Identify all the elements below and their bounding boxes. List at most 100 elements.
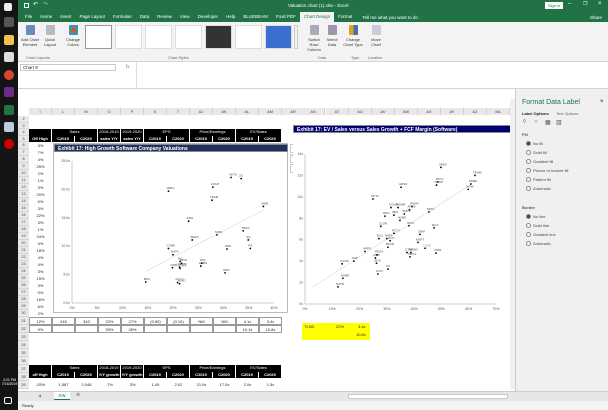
- redo-icon[interactable]: ↷: [43, 1, 48, 8]
- fill-section[interactable]: Fill: [522, 132, 528, 137]
- off-high-cell[interactable]: 4%: [29, 261, 52, 268]
- tab-review[interactable]: Review: [153, 12, 176, 22]
- off-high-cell[interactable]: 1%: [29, 177, 52, 184]
- tab-data[interactable]: Data: [136, 12, 154, 22]
- row-header-19[interactable]: 19: [18, 233, 29, 240]
- off-high-cell[interactable]: 3%: [29, 184, 52, 191]
- off-high-cell[interactable]: 0%: [29, 198, 52, 205]
- bottom-table-cell[interactable]: 2.02: [167, 381, 190, 389]
- fill-option-automatic[interactable]: Automatic: [526, 186, 551, 191]
- row-header-32[interactable]: 32: [18, 325, 29, 333]
- tab-developer[interactable]: Developer: [194, 12, 223, 22]
- row-header-20[interactable]: 20: [18, 240, 29, 247]
- off-high-cell[interactable]: 4%: [29, 240, 52, 247]
- tab-insert[interactable]: Insert: [56, 12, 75, 22]
- border-option-no-line[interactable]: No line: [526, 214, 545, 219]
- row-header-9[interactable]: 9: [18, 163, 29, 170]
- off-high-cell[interactable]: 2%: [29, 170, 52, 177]
- row-header-21[interactable]: 21: [18, 247, 29, 254]
- border-option-solid-line[interactable]: Solid line: [526, 223, 549, 228]
- row-header-8[interactable]: 8: [18, 156, 29, 163]
- column-header-T[interactable]: T: [167, 108, 190, 115]
- tab-help[interactable]: Help: [222, 12, 239, 22]
- pane-close-button[interactable]: ×: [600, 99, 604, 105]
- row-header-28[interactable]: 28: [18, 296, 29, 303]
- row-header-16[interactable]: 16: [18, 212, 29, 219]
- off-high-cell[interactable]: 3%: [29, 268, 52, 275]
- fill-option-picture-or-texture-fill[interactable]: Picture or texture fill: [526, 168, 568, 173]
- store-icon[interactable]: [4, 52, 14, 62]
- row32-cell[interactable]: [213, 325, 236, 333]
- column-header-L[interactable]: L: [52, 108, 75, 115]
- column-header-BA[interactable]: BA: [487, 108, 510, 115]
- chart-ev-sales-vs-growth[interactable]: Exhibit 17: EV / Sales versus Sales Grow…: [293, 125, 513, 320]
- name-box[interactable]: Chart 9: [20, 64, 116, 71]
- file-explorer-icon[interactable]: [4, 35, 14, 45]
- bottom-table-cell[interactable]: 2,048: [75, 381, 98, 389]
- app-icon[interactable]: [4, 87, 14, 97]
- worksheet-grid[interactable]: I L M O P S T AJ AK AL AM AR AS AT AU AV AW AX AY AZ BA 2345…: [18, 89, 515, 391]
- bottom-table-cell[interactable]: 1,587: [52, 381, 75, 389]
- close-button[interactable]: ×: [598, 1, 602, 7]
- chart-style-1[interactable]: [85, 25, 112, 49]
- chrome-icon[interactable]: [4, 70, 14, 80]
- off-high-cell[interactable]: 15%: [29, 275, 52, 282]
- move-chart-button[interactable]: Move Chart: [366, 25, 386, 47]
- undo-icon[interactable]: ↶: [33, 1, 38, 8]
- row31-cell[interactable]: NM: [190, 317, 213, 325]
- row-header-15[interactable]: 15: [18, 205, 29, 212]
- chart-title[interactable]: Exhibit 17: EV / Sales versus Sales Grow…: [293, 125, 513, 133]
- fill-line-icon[interactable]: ◊: [523, 119, 526, 125]
- off-high-cell[interactable]: 7%: [29, 149, 52, 156]
- bottom-table-cell[interactable]: 2.0x: [236, 381, 259, 389]
- row-header-10[interactable]: 10: [18, 170, 29, 177]
- row-header-12[interactable]: 12: [18, 184, 29, 191]
- row-header-39[interactable]: 39: [18, 381, 29, 389]
- row-header-27[interactable]: 27: [18, 289, 29, 296]
- row-header-34[interactable]: 34: [18, 341, 29, 349]
- border-option-gradient-line[interactable]: Gradient line: [526, 232, 556, 237]
- effects-icon[interactable]: ○: [534, 119, 538, 125]
- add-chart-element-button[interactable]: Add Chart Element: [20, 25, 40, 47]
- row-header-36[interactable]: 36: [18, 357, 29, 365]
- chart-style-7[interactable]: [265, 25, 292, 49]
- bottom-table-cell[interactable]: 1.5x: [259, 381, 282, 389]
- row32-cell[interactable]: [167, 325, 190, 333]
- row31-cell[interactable]: 4.1x: [236, 317, 259, 325]
- column-header-AL[interactable]: AL: [236, 108, 259, 115]
- styles-scroll[interactable]: [294, 25, 298, 49]
- row-header-13[interactable]: 13: [18, 191, 29, 198]
- row32-cell[interactable]: 10.1x: [236, 325, 259, 333]
- tab-foxit-pdf[interactable]: Foxit PDF: [272, 12, 300, 22]
- column-header-I[interactable]: I: [29, 108, 52, 115]
- row32-cell[interactable]: [52, 325, 75, 333]
- off-high-cell[interactable]: 3%: [29, 142, 52, 149]
- bottom-table-cell[interactable]: 21.9x: [190, 381, 213, 389]
- column-header-M[interactable]: M: [75, 108, 98, 115]
- off-high-cell[interactable]: 0%: [29, 289, 52, 296]
- row-header-7[interactable]: 7: [18, 149, 29, 156]
- bottom-table-cell[interactable]: 3%: [121, 381, 144, 389]
- row-header-6[interactable]: 6: [18, 142, 29, 149]
- column-header-AU[interactable]: AU: [349, 108, 372, 115]
- tab-bluebeam[interactable]: BLUEBEAM: [239, 12, 272, 22]
- bottom-table-cell[interactable]: -25%: [29, 381, 52, 389]
- row-header-17[interactable]: 17: [18, 219, 29, 226]
- off-high-cell[interactable]: 2%: [29, 310, 52, 317]
- row32-cell[interactable]: 9%: [29, 325, 52, 333]
- label-options-icon[interactable]: ▥: [556, 119, 562, 126]
- border-option-automatic[interactable]: Automatic: [526, 241, 551, 246]
- row-header-38[interactable]: 38: [18, 373, 29, 381]
- off-high-cell[interactable]: 6%: [29, 303, 52, 310]
- row31-cell[interactable]: 12%: [29, 317, 52, 325]
- tab-home[interactable]: Home: [36, 12, 56, 22]
- column-header-O[interactable]: O: [98, 108, 121, 115]
- off-high-cell[interactable]: 4%: [29, 156, 52, 163]
- formula-input[interactable]: [136, 62, 608, 88]
- row31-cell[interactable]: NM: [213, 317, 236, 325]
- sign-in-button[interactable]: Sign in: [545, 2, 564, 9]
- column-header-AM[interactable]: AM: [259, 108, 282, 115]
- bottom-table-cell[interactable]: 1.49: [144, 381, 167, 389]
- restore-button[interactable]: ❐: [583, 1, 587, 7]
- notifications-icon[interactable]: [4, 397, 12, 404]
